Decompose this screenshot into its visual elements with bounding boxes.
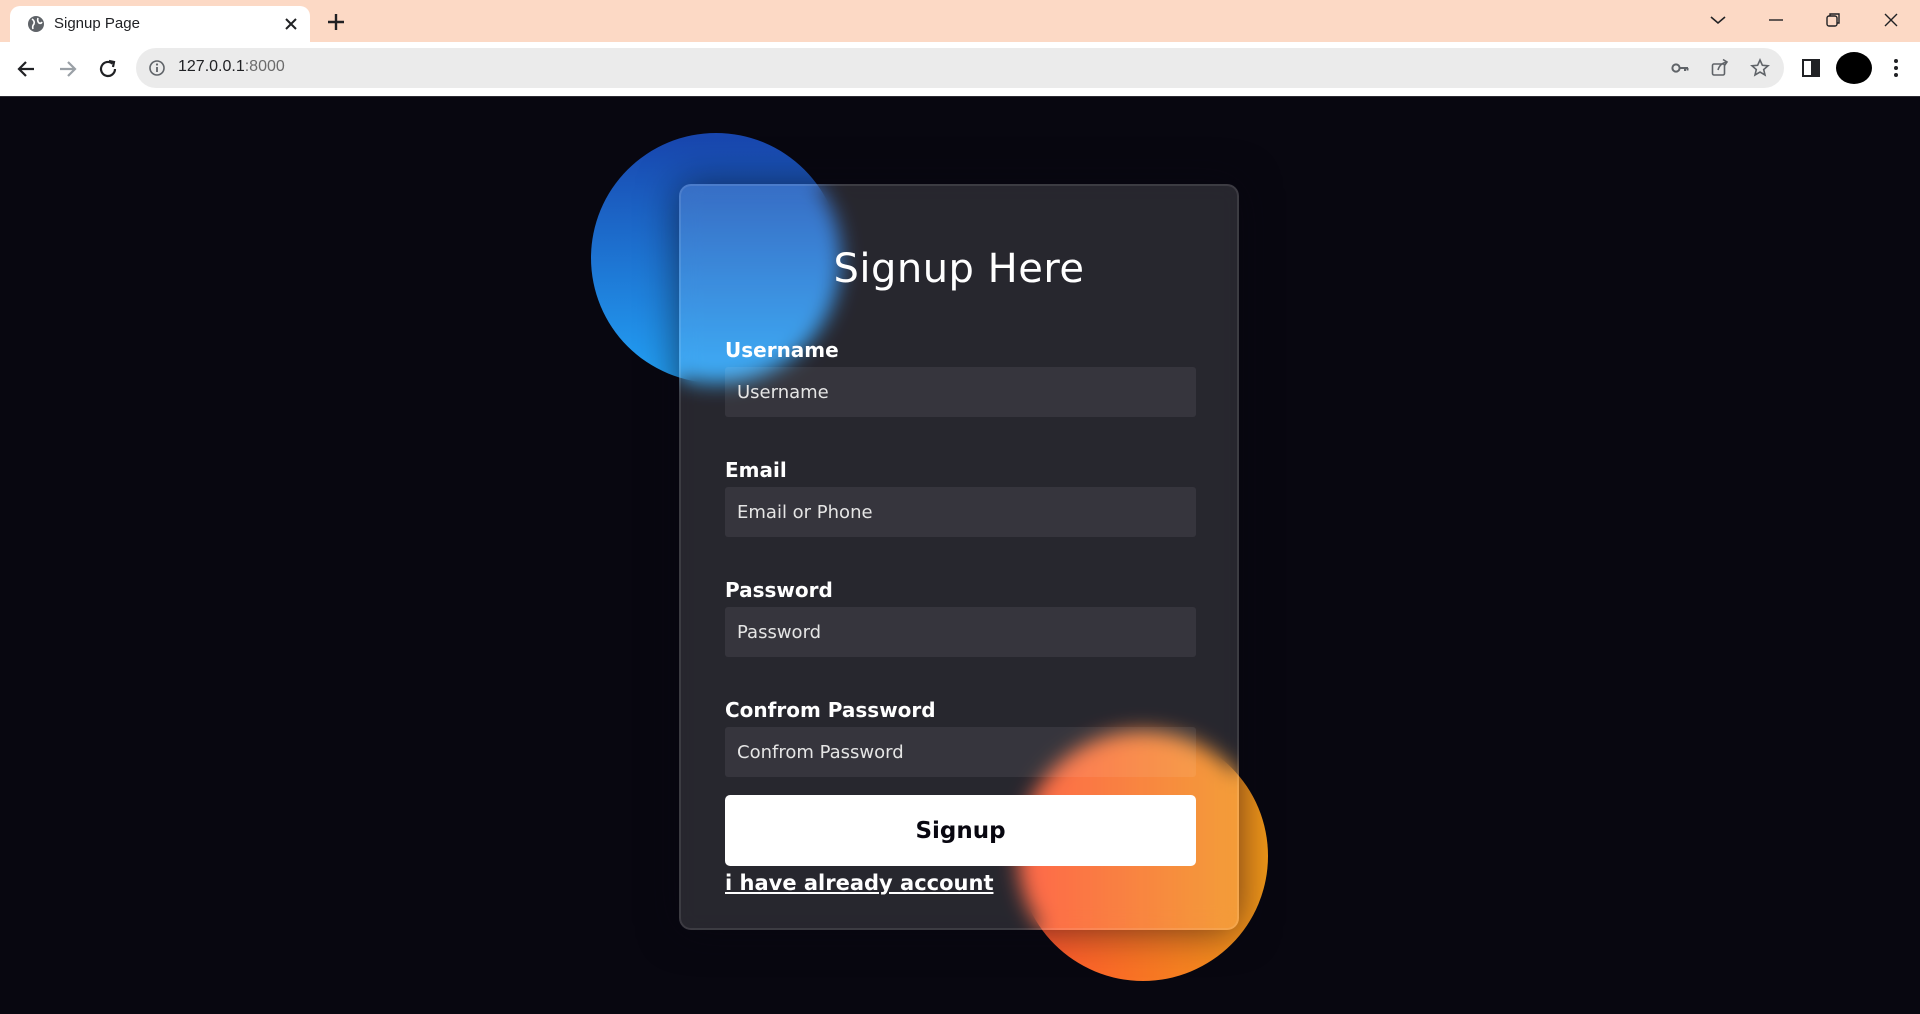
password-label: Password [725,578,833,602]
star-icon[interactable] [1750,58,1770,78]
url-text[interactable]: 127.0.0.1:8000 [178,58,285,76]
restore-icon[interactable] [1821,8,1845,32]
signup-form: Signup Here Username Email Password Conf… [679,184,1239,930]
password-input[interactable] [725,607,1196,657]
signup-button[interactable]: Signup [725,795,1196,866]
side-panel-icon[interactable] [1800,57,1822,79]
page-viewport: Signup Here Username Email Password Conf… [0,97,1920,1014]
tab-title: Signup Page [54,15,140,32]
kebab-menu-icon[interactable] [1885,57,1907,79]
email-input[interactable] [725,487,1196,537]
username-label: Username [725,338,839,362]
username-input[interactable] [725,367,1196,417]
address-bar[interactable]: 127.0.0.1:8000 [136,48,1784,88]
confirm-password-input[interactable] [725,727,1196,777]
browser-tab-strip: Signup Page [0,0,1920,42]
close-icon[interactable] [1879,8,1903,32]
close-icon[interactable] [282,15,300,33]
share-icon[interactable] [1710,58,1730,78]
plus-icon[interactable] [325,11,347,33]
minimize-icon[interactable] [1764,8,1788,32]
globe-icon [28,16,44,32]
key-icon[interactable] [1670,58,1690,78]
arrow-left-icon[interactable] [14,56,40,82]
browser-toolbar: 127.0.0.1:8000 [0,42,1920,96]
info-icon[interactable] [148,59,166,77]
url-port: :8000 [244,58,285,75]
url-host: 127.0.0.1 [178,58,245,75]
email-label: Email [725,458,787,482]
form-title: Signup Here [833,246,1085,292]
reload-icon[interactable] [95,56,121,82]
browser-tab[interactable]: Signup Page [10,6,310,42]
avatar[interactable] [1836,52,1872,84]
confirm-password-label: Confrom Password [725,698,936,722]
login-link[interactable]: i have already account [725,871,993,895]
chevron-down-icon[interactable] [1706,8,1730,32]
arrow-right-icon[interactable] [54,56,80,82]
